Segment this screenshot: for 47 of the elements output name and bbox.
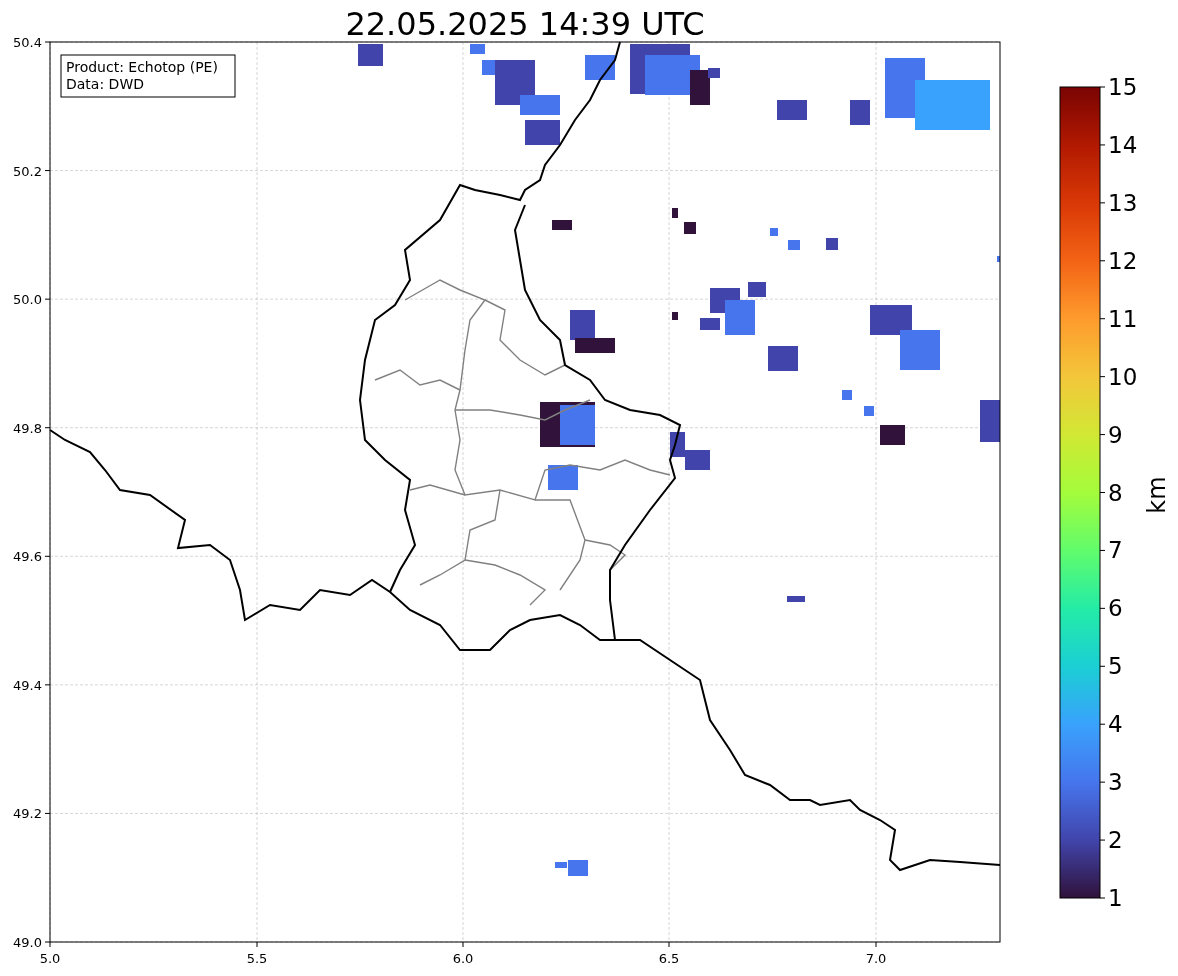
x-tick-label: 6.5 <box>658 951 680 966</box>
tick-mark <box>1099 202 1106 204</box>
tick-mark <box>1099 839 1106 841</box>
tick-mark <box>1099 607 1106 609</box>
colorbar-label: km <box>1143 476 1171 514</box>
y-tick-label: 49.2 <box>13 806 42 822</box>
tick-mark <box>1099 781 1106 783</box>
y-tick-label: 50.2 <box>13 163 42 179</box>
x-tick-label: 5.5 <box>246 951 268 966</box>
colorbar-tick-label: 5 <box>1108 653 1123 680</box>
y-tick-label: 49.4 <box>13 677 42 693</box>
colorbar-tick-label: 6 <box>1108 595 1123 622</box>
y-tick-label: 49.0 <box>13 935 42 950</box>
colorbar-tick-label: 9 <box>1108 421 1123 448</box>
tick-mark <box>1099 665 1106 667</box>
tick-mark <box>1099 260 1106 262</box>
colorbar-tick-label: 2 <box>1108 827 1123 854</box>
tick-mark <box>1099 897 1106 899</box>
colorbar-tick-label: 12 <box>1108 247 1138 274</box>
colorbar-tick-label: 14 <box>1108 131 1138 158</box>
info-text: Data: DWD <box>66 76 144 92</box>
info-text: Product: Echotop (PE) <box>66 59 218 75</box>
tick-mark <box>1099 434 1106 436</box>
colorbar-tick-label: 4 <box>1108 711 1123 738</box>
tick-mark <box>1099 492 1106 493</box>
x-tick-label: 7.0 <box>865 951 887 966</box>
tick-mark <box>1099 549 1106 551</box>
colorbar-tick-label: 3 <box>1108 769 1123 796</box>
y-tick-label: 50.0 <box>13 292 42 308</box>
tick-mark <box>1099 376 1106 378</box>
y-tick-label: 49.8 <box>13 420 42 436</box>
y-tick-label: 50.4 <box>13 35 42 50</box>
tick-mark <box>1099 86 1106 88</box>
colorbar-tick-label: 10 <box>1108 363 1138 390</box>
tick-mark <box>1099 144 1106 146</box>
colorbar-tick-label: 15 <box>1108 74 1138 100</box>
colorbar-tick-label: 8 <box>1108 479 1123 506</box>
colorbar-tick-label: 7 <box>1108 537 1123 564</box>
colorbar-tick-label: 13 <box>1108 189 1138 216</box>
plot-title: 22.05.2025 14:39 UTC <box>345 5 705 43</box>
tick-mark <box>1099 318 1106 320</box>
y-tick-label: 49.6 <box>13 549 42 565</box>
x-tick-label: 5.0 <box>39 951 61 966</box>
colorbar-tick-label: 1 <box>1108 885 1123 911</box>
colorbar-tick-label: 11 <box>1108 305 1138 332</box>
x-tick-label: 6.0 <box>452 951 474 966</box>
tick-mark <box>1099 723 1106 725</box>
